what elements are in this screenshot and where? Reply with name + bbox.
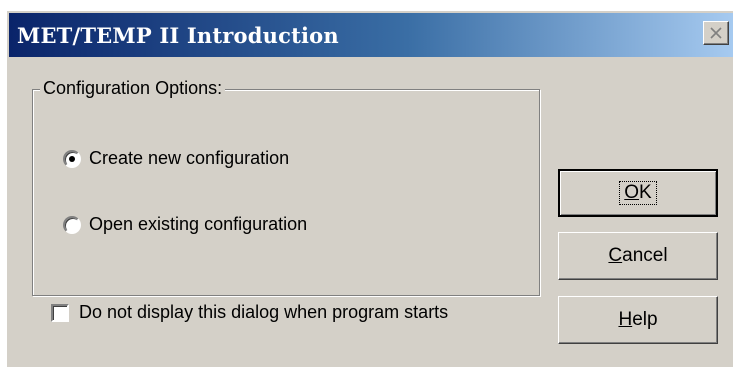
radio-selected-dot [69, 155, 75, 162]
configuration-options-group: Configuration Options: Create new config… [32, 78, 540, 322]
startup-checkbox-row[interactable]: Do not display this dialog when program … [51, 302, 448, 323]
title-bar[interactable]: MET/TEMP II Introduction [9, 13, 733, 57]
radio-create-new[interactable]: Create new configuration [63, 148, 289, 169]
radio-open-existing-button[interactable] [63, 215, 81, 234]
ok-button[interactable]: OK [558, 169, 718, 217]
intro-dialog: MET/TEMP II Introduction Configuration O… [6, 10, 733, 367]
ok-button-label: OK [619, 181, 657, 205]
cancel-button[interactable]: Cancel [558, 232, 718, 280]
radio-create-new-label[interactable]: Create new configuration [89, 148, 289, 169]
startup-checkbox-label[interactable]: Do not display this dialog when program … [79, 302, 448, 323]
radio-open-existing-label[interactable]: Open existing configuration [89, 214, 307, 235]
close-icon [710, 27, 722, 39]
help-button-label: Help [618, 309, 658, 330]
cancel-button-label: Cancel [608, 245, 668, 266]
window-title: MET/TEMP II Introduction [17, 23, 339, 48]
radio-open-existing[interactable]: Open existing configuration [63, 214, 307, 235]
startup-checkbox[interactable] [51, 303, 69, 322]
help-button[interactable]: Help [558, 296, 718, 344]
group-label: Configuration Options: [40, 78, 226, 99]
close-button[interactable] [703, 21, 729, 45]
radio-create-new-button[interactable] [63, 149, 81, 168]
